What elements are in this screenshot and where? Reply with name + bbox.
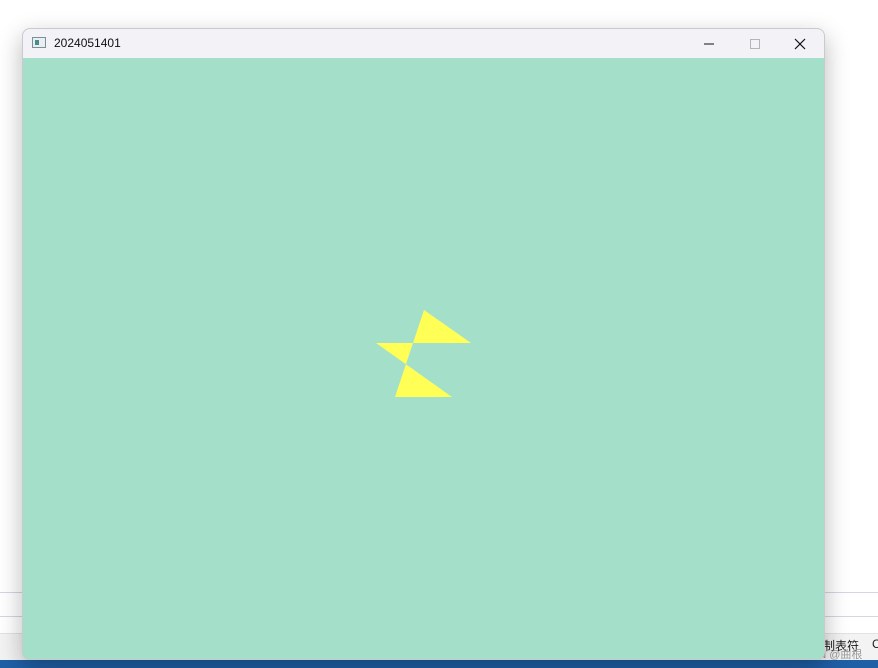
app-window[interactable]: 2024051401 bbox=[22, 28, 825, 660]
close-button[interactable] bbox=[777, 29, 823, 58]
star-fill bbox=[376, 310, 471, 397]
title-bar[interactable]: 2024051401 bbox=[23, 29, 824, 58]
window-title: 2024051401 bbox=[54, 36, 121, 50]
maximize-icon bbox=[750, 38, 760, 49]
star-shape bbox=[376, 310, 471, 397]
status-bar-extra[interactable]: C bbox=[872, 637, 878, 651]
minimize-icon bbox=[704, 43, 714, 44]
app-window-icon[interactable] bbox=[32, 37, 46, 48]
maximize-button[interactable] bbox=[732, 29, 778, 58]
minimize-button[interactable] bbox=[686, 29, 732, 58]
close-icon bbox=[794, 38, 806, 49]
taskbar bbox=[0, 660, 878, 668]
client-canvas[interactable] bbox=[23, 58, 824, 659]
